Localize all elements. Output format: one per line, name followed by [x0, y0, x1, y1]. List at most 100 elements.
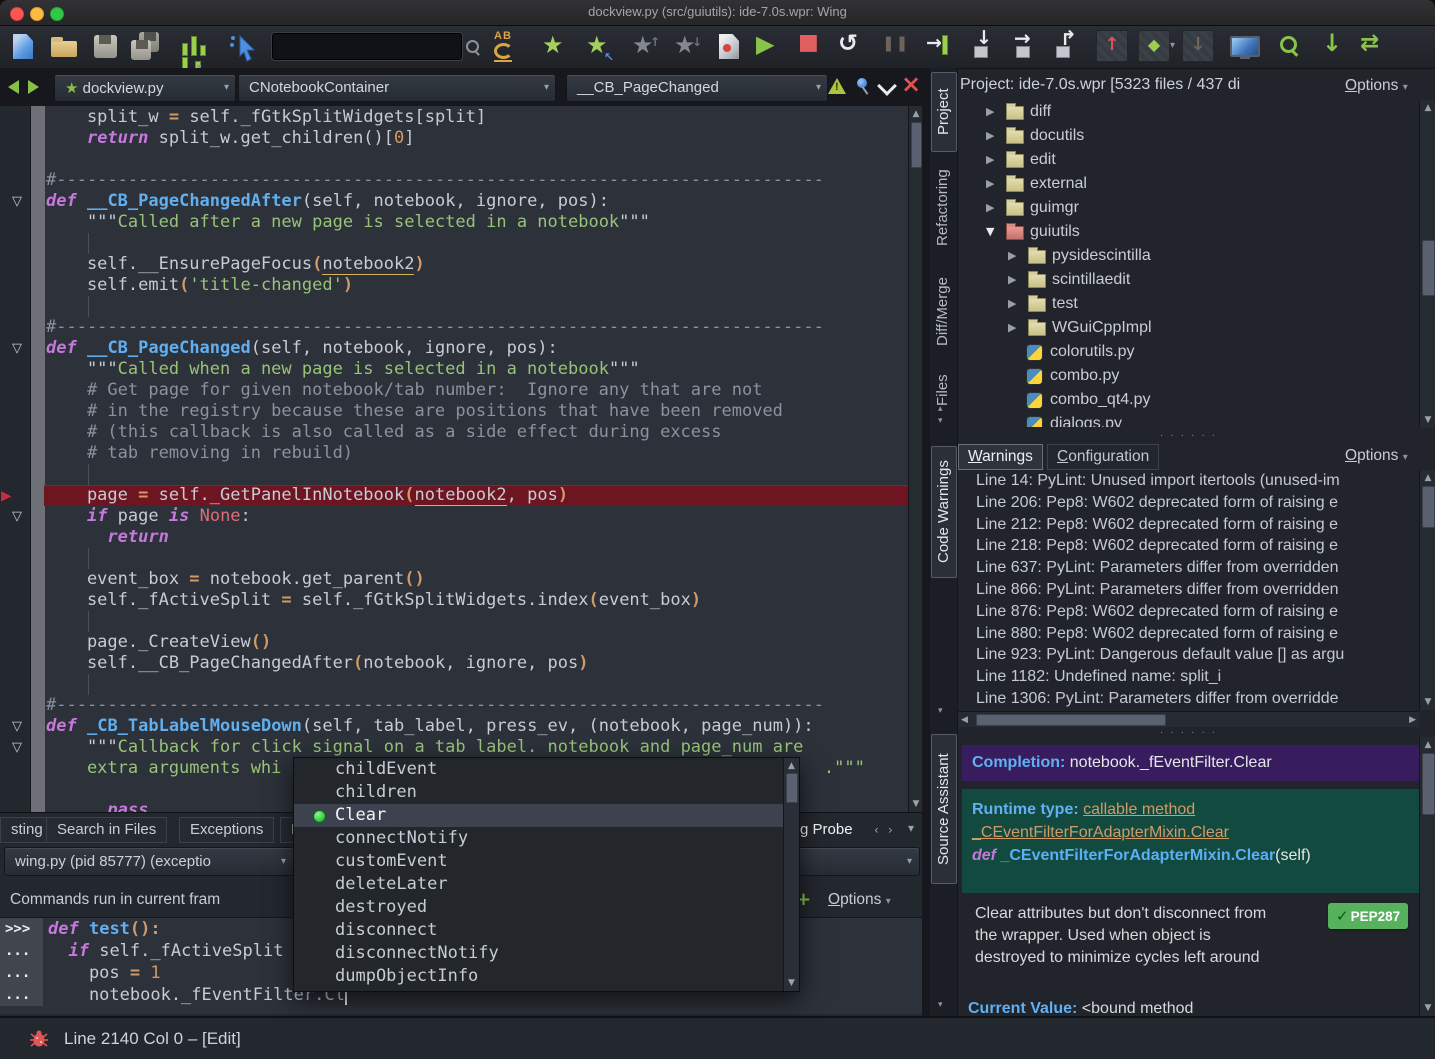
tab-scroll-left-icon[interactable]: ‹ — [874, 823, 879, 837]
tree-item-WGuiCppImpl[interactable]: ▶WGuiCppImpl — [958, 316, 1418, 340]
assistant-vscroll-thumb[interactable] — [1422, 753, 1435, 815]
completion-item[interactable]: deleteLater — [294, 873, 799, 896]
code-line[interactable]: # (this callback is also called as a sid… — [0, 422, 908, 443]
pin-icon[interactable] — [854, 77, 872, 95]
bookmark-next-button[interactable]: ★↓ — [674, 32, 706, 62]
code-line[interactable]: # Get page for given notebook/tab number… — [0, 380, 908, 401]
popup-vscrollbar[interactable]: ▲ ▼ — [783, 758, 799, 991]
expand-icon[interactable]: ▶ — [986, 100, 994, 124]
project-vscroll-thumb[interactable] — [1422, 240, 1435, 296]
collapse-icon[interactable]: ▼ — [986, 220, 994, 244]
runtime-type-link[interactable]: callable method — [1083, 801, 1195, 818]
expand-icon[interactable]: ▶ — [1008, 292, 1016, 316]
tabs-scroll-down-icon[interactable]: ▾ — [938, 1000, 943, 1010]
debug-pause-button[interactable]: ❚❚ — [882, 34, 914, 64]
scroll-left-icon[interactable]: ◀ — [961, 715, 968, 725]
nav-back-button[interactable] — [8, 80, 19, 94]
tab-exceptions[interactable]: Exceptions — [179, 817, 274, 843]
step-over-button[interactable]: → — [1012, 30, 1044, 60]
code-line[interactable]: self.emit('title-changed') — [0, 275, 908, 296]
code-line[interactable]: ▽ if page is None: — [0, 506, 908, 527]
code-line[interactable]: # tab removing in rebuild) — [0, 443, 908, 464]
frame-down-button[interactable]: ↓ — [1182, 30, 1214, 62]
code-line[interactable]: self.__EnsurePageFocus(notebook2) — [0, 254, 908, 275]
code-line[interactable]: #---------------------------------------… — [0, 317, 908, 338]
assistant-vscrollbar[interactable]: ▲ ▼ — [1419, 737, 1435, 1016]
code-line[interactable]: #---------------------------------------… — [0, 170, 908, 191]
tab-debug-probe[interactable]: g Probe — [800, 821, 853, 838]
warning-item[interactable]: Line 14: PyLint: Unused import itertools… — [958, 470, 1418, 492]
scroll-down-icon[interactable]: ▼ — [1420, 697, 1435, 707]
code-line[interactable] — [0, 674, 908, 695]
warning-item[interactable]: Line 923: PyLint: Dangerous default valu… — [958, 644, 1418, 666]
code-line[interactable] — [0, 548, 908, 569]
search-options-button[interactable]: AB — [494, 30, 526, 60]
code-line[interactable]: return — [0, 527, 908, 548]
scroll-down-icon[interactable]: ▼ — [1420, 1003, 1435, 1013]
panel-divider-grip[interactable]: · · · · · · — [958, 431, 1419, 442]
warning-item[interactable]: Line 876: Pep8: W602 deprecated form of … — [958, 601, 1418, 623]
warning-item[interactable]: Line 866: PyLint: Parameters differ from… — [958, 579, 1418, 601]
code-line[interactable]: return split_w.get_children()[0] — [0, 128, 908, 149]
scroll-up-icon[interactable]: ▲ — [909, 109, 923, 119]
step-over-statement-button[interactable]: ↓ — [970, 30, 1002, 60]
scroll-up-icon[interactable]: ▲ — [1420, 473, 1435, 483]
code-line[interactable]: page._CreateView() — [0, 632, 908, 653]
code-line[interactable]: """Called when a new page is selected in… — [0, 359, 908, 380]
completion-item[interactable]: children — [294, 781, 799, 804]
warnings-list[interactable]: Line 14: PyLint: Unused import itertools… — [958, 470, 1418, 710]
tree-item-dialogs.py[interactable]: dialogs.py — [958, 412, 1418, 427]
tree-item-external[interactable]: ▶external — [958, 172, 1418, 196]
tab-diff-merge[interactable]: Diff/Merge — [931, 264, 955, 360]
project-options-button[interactable]: Options ▾ — [1345, 77, 1408, 95]
project-tree[interactable]: ▶diff▶docutils▶edit▶external▶guimgr▼guiu… — [958, 100, 1418, 427]
popup-vscroll-thumb[interactable] — [786, 773, 798, 803]
bookmark-goto-button[interactable]: ★↖ — [586, 32, 618, 62]
tree-item-scintillaedit[interactable]: ▶scintillaedit — [958, 268, 1418, 292]
select-tool-button[interactable] — [228, 32, 260, 62]
warnings-vscrollbar[interactable]: ▲ ▼ — [1419, 470, 1435, 710]
debug-restart-button[interactable]: ↺ — [838, 29, 870, 59]
bug-icon[interactable] — [28, 1028, 50, 1050]
completion-item[interactable]: dumpObjectInfo — [294, 965, 799, 988]
editor-vscrollbar[interactable]: ▲ ▼ — [908, 106, 923, 812]
debug-continue-button[interactable]: ▶ — [756, 30, 788, 60]
tree-item-test[interactable]: ▶test — [958, 292, 1418, 316]
autocomplete-popup[interactable]: childEventchildrenClearconnectNotifycust… — [293, 757, 800, 992]
step-out-button[interactable]: ↱ — [1054, 30, 1086, 60]
code-line[interactable] — [0, 296, 908, 317]
expand-icon[interactable]: ▶ — [986, 172, 994, 196]
completion-item[interactable]: disconnect — [294, 919, 799, 942]
toggle-breakpoint-button[interactable]: ◆ — [1138, 30, 1170, 62]
tree-item-colorutils.py[interactable]: colorutils.py — [958, 340, 1418, 364]
tab-refactoring[interactable]: Refactoring — [931, 156, 955, 260]
completion-item[interactable]: childEvent — [294, 758, 799, 781]
code-line[interactable]: self._fActiveSplit = self._fGtkSplitWidg… — [0, 590, 908, 611]
expand-icon[interactable]: ▶ — [986, 196, 994, 220]
expand-icon[interactable]: ▶ — [1008, 268, 1016, 292]
tree-item-combo_qt4.py[interactable]: combo_qt4.py — [958, 388, 1418, 412]
tab-files[interactable]: Files — [931, 364, 955, 416]
scroll-up-icon[interactable]: ▲ — [1420, 740, 1435, 750]
scroll-right-icon[interactable]: ▶ — [1409, 715, 1416, 725]
bookmark-set-button[interactable]: ★ — [542, 32, 574, 62]
fold-icon[interactable]: ▽ — [12, 191, 22, 212]
completion-item[interactable]: disconnectNotify — [294, 942, 799, 965]
code-line[interactable]: event_box = notebook.get_parent() — [0, 569, 908, 590]
fold-icon[interactable]: ▽ — [12, 737, 22, 758]
code-line[interactable]: ▽def __CB_PageChangedAfter(self, noteboo… — [0, 191, 908, 212]
warnings-options-button[interactable]: Options ▾ — [1345, 447, 1408, 465]
close-icon[interactable]: × — [901, 70, 921, 98]
expand-icon[interactable]: ▶ — [1008, 316, 1016, 340]
warnings-hscroll-thumb[interactable] — [976, 714, 1166, 726]
fold-icon[interactable]: ▽ — [12, 338, 22, 359]
tabs-scroll-down-icon[interactable]: ▾ — [938, 706, 943, 716]
warning-item[interactable]: Line 637: PyLint: Parameters differ from… — [958, 557, 1418, 579]
tab-project[interactable]: Project — [931, 72, 957, 152]
warning-item[interactable]: Line 880: Pep8: W602 deprecated form of … — [958, 623, 1418, 645]
fold-icon[interactable]: ▽ — [12, 506, 22, 527]
warning-item[interactable]: Line 1306: PyLint: Parameters differ fro… — [958, 688, 1418, 710]
warning-item[interactable]: Line 206: Pep8: W602 deprecated form of … — [958, 492, 1418, 514]
completion-item[interactable]: customEvent — [294, 850, 799, 873]
project-vscrollbar[interactable]: ▲ ▼ — [1419, 100, 1435, 428]
